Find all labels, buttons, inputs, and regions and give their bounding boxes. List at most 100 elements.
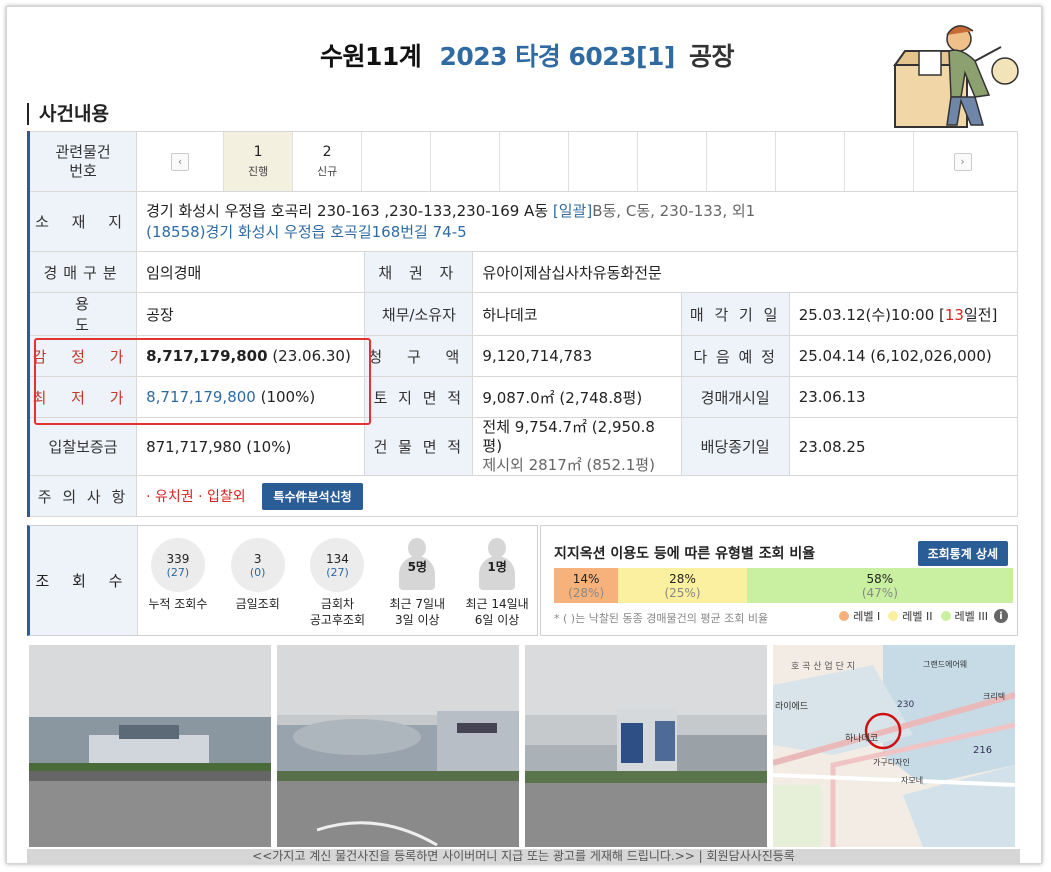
land-area-label: 토 지 면 적 xyxy=(364,376,474,418)
building-area-value: 전체 9,754.7㎡ (2,950.8평) 제시외 2817㎡ (852.1평… xyxy=(472,417,682,476)
related-empty xyxy=(430,132,499,191)
creditor-value: 유아이제삼십사차유동화전문 xyxy=(472,251,1018,293)
minimum-price-label: 최 저 가 xyxy=(27,376,138,418)
auction-type-value: 임의경매 xyxy=(136,251,366,293)
usage-label: 용 도 xyxy=(27,292,138,336)
case-info-table: 관련물건 번호 ‹ 1 진행 2 신규 › 소 재 지 경기 화성시 우정읍 호… xyxy=(27,131,1019,517)
map-label-2: 그랜드에어웨 xyxy=(923,659,967,669)
case-number: 2023 타경 6023[1] xyxy=(439,42,675,71)
chevron-right-icon[interactable]: › xyxy=(953,152,972,171)
page-title: 수원11계 2023 타경 6023[1] 공장 xyxy=(7,37,1041,73)
notice-value: · 유치권 · 입찰외 특수件분석신청 xyxy=(136,475,1018,517)
bundle-tag: [일괄] xyxy=(552,201,593,220)
ratio-segment-3: 58% (47%) xyxy=(746,568,1013,603)
map-label-5: 가구디자인 xyxy=(873,757,910,767)
next-sale-value: 25.04.14 (6,102,026,000) xyxy=(788,335,1019,377)
location-address: 경기 화성시 우정읍 호곡리 230-163 ,230-133,230-169 … xyxy=(146,201,549,220)
view-item-round: 134 (27) 금회차 공고후조회 xyxy=(302,538,372,635)
related-item-2[interactable]: 2 신규 xyxy=(292,132,361,191)
related-label: 관련물건 번호 xyxy=(27,131,138,192)
legend-dot xyxy=(839,611,850,621)
sale-date-label: 매 각 기 일 xyxy=(680,292,790,336)
ratio-bar: 14% (28%) 28% (25%) 58% (47%) xyxy=(554,568,1013,603)
road-address: (18558)경기 화성시 우정읍 호곡길168번길 74-5 xyxy=(146,222,467,241)
property-photo-2[interactable] xyxy=(277,645,519,847)
next-arrow[interactable]: › xyxy=(913,132,1011,191)
section-title: 사건내용 xyxy=(27,103,109,125)
view-item-today: 3 (0) 금일조회 xyxy=(223,538,293,635)
usage-value: 공장 xyxy=(136,292,366,336)
deposit-value: 871,717,980 (10%) xyxy=(136,417,366,476)
property-photo-1[interactable] xyxy=(29,645,271,847)
ratio-legend: 레벨 I 레벨 II 레벨 III i xyxy=(831,608,1008,624)
viewer-14days: 1명 최근 14일내 6일 이상 xyxy=(462,538,532,635)
person-icon: 5명 xyxy=(390,538,444,592)
related-empty xyxy=(775,132,844,191)
sale-date-value: 25.03.12(수)10:00 [13일전] xyxy=(788,292,1019,336)
court-name: 수원11계 xyxy=(319,42,422,71)
page-frame: 수원11계 2023 타경 6023[1] 공장 사건내용 관련물건 번호 ‹ … xyxy=(6,6,1042,864)
dividend-value: 23.08.25 xyxy=(788,417,1019,476)
person-icon: 1명 xyxy=(470,538,524,592)
appraisal-value: 8,717,179,800 (23.06.30) xyxy=(136,335,366,377)
legend-dot xyxy=(888,611,899,621)
viewer-7days: 5명 최근 7일내 3일 이상 xyxy=(382,538,452,635)
property-photo-3[interactable] xyxy=(525,645,767,847)
notice-label: 주 의 사 항 xyxy=(27,475,138,517)
related-item-1[interactable]: 1 진행 xyxy=(223,132,293,191)
ratio-note: * ( )는 낙찰된 동종 경매물건의 평균 조회 비율 xyxy=(554,612,769,625)
deposit-label: 입찰보증금 xyxy=(27,417,138,476)
prev-arrow[interactable]: ‹ xyxy=(137,132,223,191)
related-items: ‹ 1 진행 2 신규 › xyxy=(137,132,1017,191)
start-date-label: 경매개시일 xyxy=(680,376,790,418)
related-empty xyxy=(361,132,430,191)
ratio-segment-2: 28% (25%) xyxy=(618,568,747,603)
claim-value: 9,120,714,783 xyxy=(472,335,682,377)
location-label: 소 재 지 xyxy=(27,191,138,252)
view-counts-panel: 조 회 수 339 (27) 누적 조회수 3 (0) 금일조회 134 (27) 금… xyxy=(27,525,538,636)
map-label-1: 호 곡 산 업 단 지 xyxy=(791,661,855,672)
ratio-segment-1: 14% (28%) xyxy=(554,568,619,603)
map-label-4: 하나데코 xyxy=(845,733,878,744)
mascot-illustration xyxy=(893,25,1019,128)
related-empty xyxy=(844,132,913,191)
property-kind: 공장 xyxy=(689,42,735,71)
land-area-value: 9,087.0㎡ (2,748.8평) xyxy=(472,376,682,418)
special-analysis-button[interactable]: 특수件분석신청 xyxy=(262,482,363,510)
map-label-7: 216 xyxy=(973,745,992,756)
auction-type-label: 경매구분 xyxy=(27,251,138,293)
appraisal-label: 감 정 가 xyxy=(27,335,138,377)
location-address-line: 경기 화성시 우정읍 호곡리 230-163 ,230-133,230-169 … xyxy=(146,201,1008,222)
notice-text: · 유치권 · 입찰외 xyxy=(146,488,246,505)
related-empty xyxy=(499,132,568,191)
chevron-left-icon[interactable]: ‹ xyxy=(171,152,190,171)
stats-detail-button[interactable]: 조회통계 상세 xyxy=(917,541,1008,566)
related-empty xyxy=(637,132,706,191)
dividend-label: 배당종기일 xyxy=(680,417,790,476)
bundle-rest: B동, C동, 230-133, 외1 xyxy=(592,201,756,220)
creditor-label: 채 권 자 xyxy=(364,251,474,293)
next-sale-label: 다 음 예 정 xyxy=(680,335,790,377)
claim-label: 청 구 액 xyxy=(364,335,474,377)
map-label-3: 라이에드 xyxy=(775,701,808,712)
view-item-total: 339 (27) 누적 조회수 xyxy=(143,538,213,635)
view-ratio-panel: 지지옥션 이용도 등에 따른 유형별 조회 비율 조회통계 상세 14% (28%… xyxy=(540,525,1018,636)
building-area-label: 건 물 면 적 xyxy=(364,417,474,476)
related-empty xyxy=(706,132,775,191)
map-label-8: 크리텍 xyxy=(983,691,1005,701)
map-label-6: 230 xyxy=(897,700,914,710)
ratio-title: 지지옥션 이용도 등에 따른 유형별 조회 비율 xyxy=(554,546,816,562)
views-label: 조 회 수 xyxy=(30,526,138,635)
info-icon[interactable]: i xyxy=(994,609,1008,623)
days-left: 13 xyxy=(944,305,964,324)
start-date-value: 23.06.13 xyxy=(788,376,1019,418)
legend-dot xyxy=(940,611,951,621)
photo-register-bar[interactable]: <<가지고 계신 물건사진을 등록하면 사이버머니 지급 또는 광고를 게재해 … xyxy=(27,849,1020,863)
minimum-price-value: 8,717,179,800 (100%) xyxy=(136,376,366,418)
location-map[interactable]: 호 곡 산 업 단 지 그랜드에어웨 라이에드 하나데코 가구디자인 230 2… xyxy=(773,645,1015,847)
related-empty xyxy=(568,132,637,191)
debtor-value: 하나데코 xyxy=(472,292,682,336)
photo-gallery: 호 곡 산 업 단 지 그랜드에어웨 라이에드 하나데코 가구디자인 230 2… xyxy=(29,645,1019,851)
debtor-label: 채무/소유자 xyxy=(364,292,474,336)
map-label-9: 자모네 xyxy=(901,776,923,785)
